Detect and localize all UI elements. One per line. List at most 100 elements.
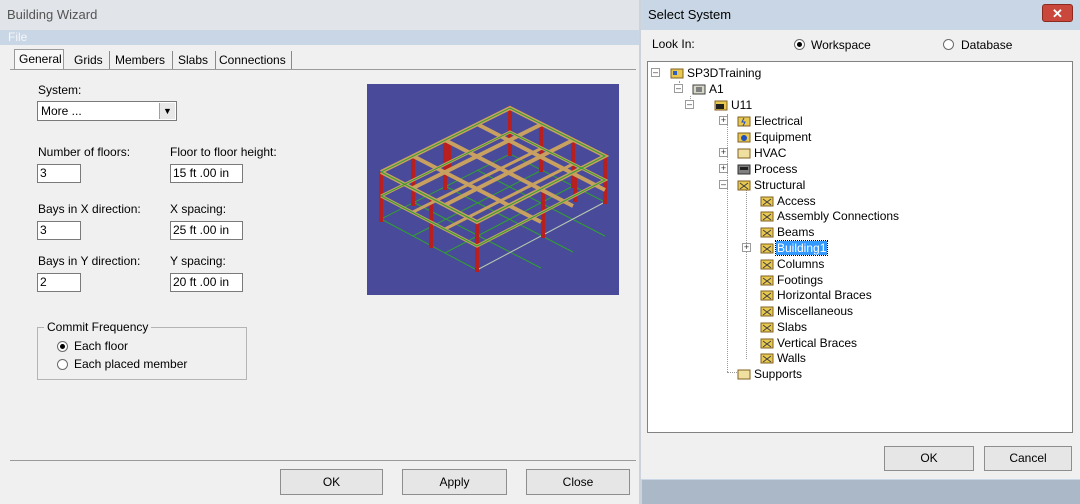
structural-folder-icon [737,180,751,191]
supports-folder-icon [737,369,751,380]
bays-x-label: Bays in X direction: [38,202,141,216]
electrical-folder-icon [737,116,751,127]
chevron-down-icon[interactable]: ▼ [159,103,175,119]
y-spacing-field[interactable]: 20 ft .00 in [170,273,243,292]
expand-icon[interactable]: + [719,148,728,157]
tab-slabs[interactable]: Slabs [174,51,216,69]
structural-folder-icon [760,227,774,238]
tree-node[interactable]: Horizontal Braces [760,287,873,303]
folder-icon [670,68,684,79]
tree-node[interactable]: A1 [692,81,725,97]
structural-folder-icon [760,306,774,317]
expand-icon[interactable]: + [719,116,728,125]
tree-node[interactable]: Miscellaneous [760,303,854,319]
structural-folder-icon [760,275,774,286]
collapse-icon[interactable]: – [719,180,728,189]
ok-button[interactable]: OK [280,469,383,495]
bays-x-field[interactable]: 3 [37,221,81,240]
structural-folder-icon [760,243,774,254]
system-tree[interactable]: – SP3DTraining – A1 – U11 + Electrical E… [647,61,1073,433]
system-value: More ... [41,104,82,118]
x-spacing-field[interactable]: 25 ft .00 in [170,221,243,240]
hvac-folder-icon [737,148,751,159]
dialog-ok-button[interactable]: OK [884,446,974,471]
structural-folder-icon [760,290,774,301]
close-icon[interactable]: ✕ [1042,4,1073,22]
tree-node-label: Vertical Braces [777,336,858,350]
bays-y-label: Bays in Y direction: [38,254,141,268]
structural-folder-icon [760,211,774,222]
title-bar: Building Wizard [0,0,642,31]
system-dropdown[interactable]: More ... ▼ [37,101,177,121]
tree-node-label: Horizontal Braces [777,288,872,302]
floor-height-field[interactable]: 15 ft .00 in [170,164,243,183]
tree-node-label: Columns [777,257,825,271]
footer-divider [10,460,636,461]
num-floors-field[interactable]: 3 [37,164,81,183]
menu-file[interactable]: File [8,30,27,44]
tree-node[interactable]: HVAC [737,145,787,161]
collapse-icon[interactable]: – [651,68,660,77]
tree-node[interactable]: Access [760,193,817,209]
tree-node-label: Equipment [754,130,812,144]
tab-connections[interactable]: Connections [215,51,292,69]
bays-y-field[interactable]: 2 [37,273,81,292]
plant-icon [692,84,706,95]
dialog-cancel-button[interactable]: Cancel [984,446,1072,471]
tree-node-label: Structural [754,178,806,192]
tab-divider [10,69,636,70]
expand-icon[interactable]: + [719,164,728,173]
y-spacing-label: Y spacing: [170,254,226,268]
look-in-label: Look In: [652,37,695,51]
tab-members[interactable]: Members [111,51,173,69]
structure-preview-image [379,105,610,272]
tree-node-label: U11 [731,98,753,112]
tree-node-selected[interactable]: Building1 [760,240,829,256]
tree-node[interactable]: Equipment [737,129,812,145]
tree-node[interactable]: U11 [714,97,753,113]
collapse-icon[interactable]: – [674,84,683,93]
tree-node[interactable]: Electrical [737,113,804,129]
each-member-label: Each placed member [74,357,188,371]
collapse-icon[interactable]: – [685,100,694,109]
building-wizard-window: Building Wizard File General Grids Membe… [0,0,642,504]
tree-node-label: Process [754,162,798,176]
tree-node-label: Building1 [774,240,829,256]
tree-node[interactable]: Process [737,161,798,177]
tab-general[interactable]: General [14,49,64,69]
tree-node[interactable]: Slabs [760,319,808,335]
tree-node[interactable]: Vertical Braces [760,335,858,351]
tree-node[interactable]: Beams [760,224,815,240]
tree-connector [746,190,747,359]
each-floor-radio[interactable] [57,341,68,352]
tree-node-label: Walls [777,351,806,365]
tree-node-label: Miscellaneous [777,304,854,318]
expand-icon[interactable]: + [742,243,751,252]
tree-node[interactable]: Walls [760,350,807,366]
apply-button[interactable]: Apply [402,469,507,495]
commit-frequency-group [37,327,247,380]
tree-node-label: HVAC [754,146,787,160]
system-label: System: [38,83,82,97]
database-label: Database [961,38,1013,52]
tree-node[interactable]: Columns [760,256,825,272]
tree-node[interactable]: Supports [737,366,803,382]
tab-grids[interactable]: Grids [70,51,110,69]
database-radio[interactable] [943,39,954,50]
each-floor-label: Each floor [74,339,129,353]
tree-node[interactable]: Structural [737,177,806,193]
tab-label: General [19,52,62,66]
close-button[interactable]: Close [526,469,630,495]
tree-node-label: SP3DTraining [687,66,762,80]
workspace-label: Workspace [811,38,871,52]
tree-node-label: Footings [777,273,824,287]
workspace-radio[interactable] [794,39,805,50]
tree-node-label: A1 [709,82,724,96]
tab-label: Slabs [178,53,209,67]
structural-folder-icon [760,322,774,333]
each-member-radio[interactable] [57,359,68,370]
structural-folder-icon [760,338,774,349]
tree-node[interactable]: Assembly Connections [760,208,900,224]
tree-node[interactable]: Footings [760,272,824,288]
tree-node[interactable]: SP3DTraining [670,65,762,81]
